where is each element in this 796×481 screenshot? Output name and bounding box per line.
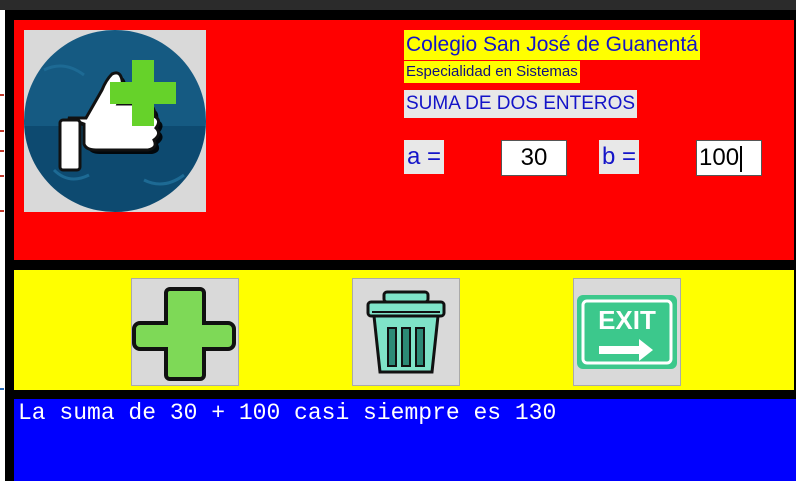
text-caret bbox=[740, 145, 743, 172]
a-input-value: 30 bbox=[520, 144, 548, 171]
b-label: b = bbox=[599, 140, 640, 174]
exit-sign-icon: EXIT bbox=[577, 295, 677, 369]
logo-thumbs-up-plus-icon bbox=[24, 30, 206, 212]
a-input[interactable]: 30 bbox=[501, 140, 567, 176]
result-text: La suma de 30 + 100 casi siempre es 130 bbox=[18, 400, 557, 426]
exit-sign-text: EXIT bbox=[598, 305, 656, 335]
plus-icon bbox=[132, 287, 236, 381]
b-input[interactable]: 100 bbox=[696, 140, 762, 176]
trash-icon bbox=[366, 290, 446, 374]
clear-button[interactable] bbox=[352, 278, 460, 386]
b-input-value: 100 bbox=[699, 144, 740, 171]
page-title: SUMA DE DOS ENTEROS bbox=[404, 90, 638, 118]
window-title-bar bbox=[0, 0, 796, 10]
a-label: a = bbox=[404, 140, 445, 174]
add-button[interactable] bbox=[131, 278, 239, 386]
school-name: Colegio San José de Guanentá bbox=[404, 30, 700, 60]
specialty-label: Especialidad en Sistemas bbox=[404, 61, 580, 83]
exit-button[interactable]: EXIT bbox=[573, 278, 681, 386]
